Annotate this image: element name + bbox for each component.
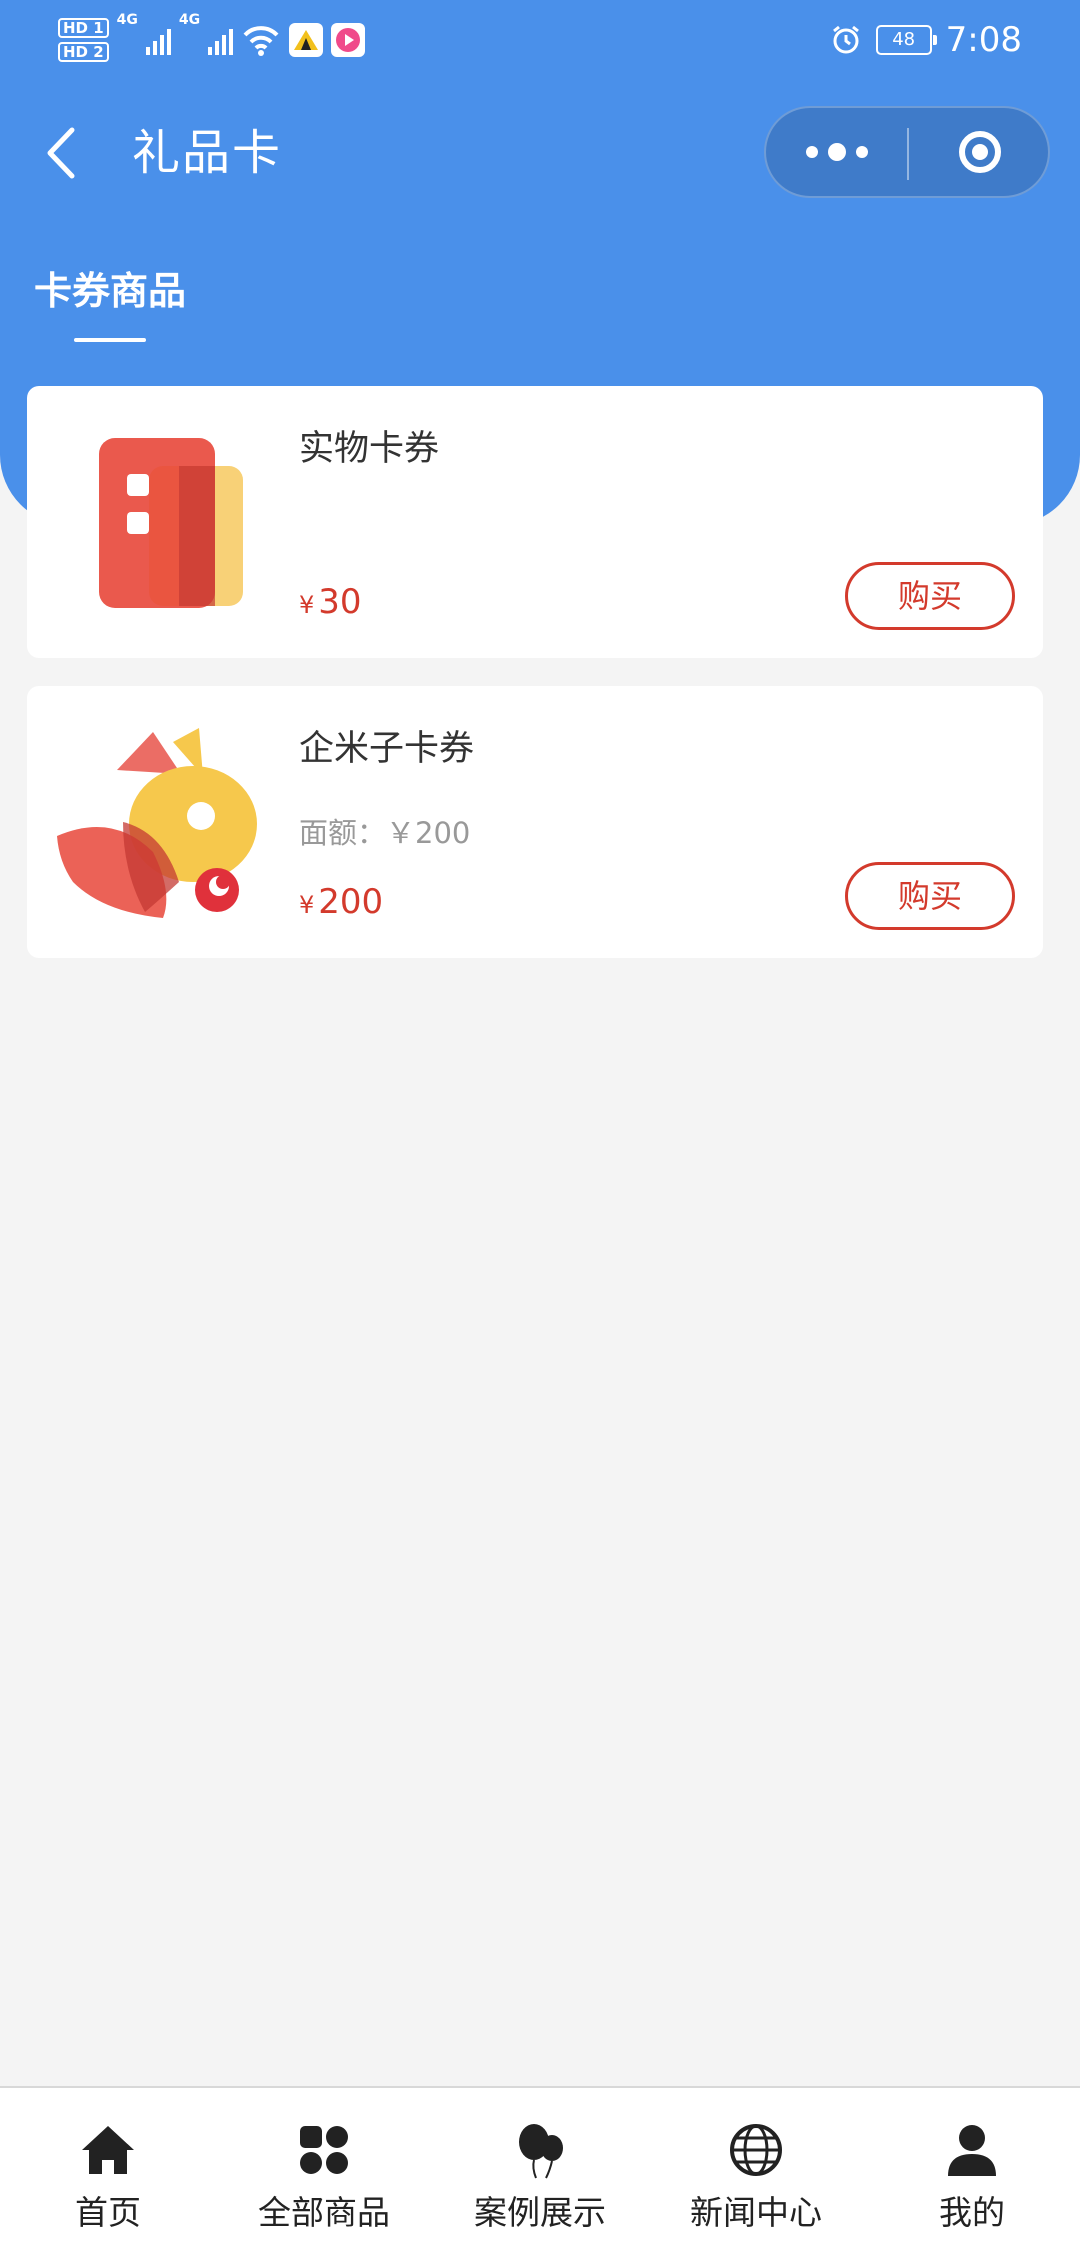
hd2-badge: HD 2	[58, 42, 109, 62]
hd1-badge: HD 1	[58, 18, 109, 38]
physical-card-icon	[99, 438, 243, 608]
status-left: HD 1 HD 2 4G 4G	[58, 12, 366, 68]
network-label-1: 4G	[116, 12, 138, 28]
tabbar-item-news[interactable]: 新闻中心	[648, 2088, 864, 2244]
product-price: ¥30	[299, 582, 362, 622]
currency-symbol: ¥	[299, 891, 315, 919]
tab-card-products[interactable]: 卡券商品	[34, 260, 186, 315]
miniprogram-capsule	[764, 106, 1050, 198]
tab-active-indicator	[74, 338, 146, 342]
signal-icon-2	[208, 25, 234, 55]
home-icon	[82, 2126, 134, 2174]
wifi-icon	[243, 26, 279, 56]
app-notification-icon	[289, 23, 324, 57]
target-close-icon	[958, 131, 1001, 173]
user-icon	[948, 2125, 996, 2176]
tabbar-label: 我的	[939, 2193, 1005, 2232]
back-button[interactable]	[38, 118, 88, 188]
status-right: 48 7:08	[830, 16, 1022, 64]
chevron-left-icon	[47, 127, 75, 179]
page-title: 礼品卡	[132, 125, 283, 181]
tabbar-label: 首页	[75, 2193, 141, 2232]
battery-icon: 48	[875, 25, 937, 55]
product-title: 实物卡券	[299, 429, 440, 469]
status-bar: HD 1 HD 2 4G 4G 48 7:08	[0, 0, 1080, 80]
price-value: 200	[318, 882, 384, 922]
tabbar-label: 案例展示	[474, 2193, 606, 2232]
bottom-tab-bar: 首页 全部商品 案例展示 新闻中心 我的	[0, 2086, 1080, 2244]
tabbar-item-cases[interactable]: 案例展示	[432, 2088, 648, 2244]
tabbar-label: 新闻中心	[690, 2193, 822, 2232]
product-card[interactable]: 企米子卡券 面额：￥200 ¥200 购买	[27, 686, 1043, 958]
network-label-2: 4G	[178, 12, 201, 28]
tabbar-item-home[interactable]: 首页	[0, 2088, 216, 2244]
clock-time: 7:08	[945, 20, 1022, 60]
currency-symbol: ¥	[299, 591, 315, 619]
fox-mascot-icon	[57, 728, 257, 918]
price-value: 30	[318, 582, 362, 622]
product-face-value: 面额：￥200	[299, 816, 471, 850]
balloons-icon	[519, 2124, 563, 2179]
buy-button[interactable]: 购买	[845, 862, 1015, 930]
product-price: ¥200	[299, 882, 383, 922]
signal-icon	[145, 25, 171, 55]
tabbar-label: 全部商品	[258, 2193, 390, 2232]
product-title: 企米子卡券	[299, 729, 475, 769]
close-miniprogram-button[interactable]	[909, 108, 1050, 196]
tabbar-item-mine[interactable]: 我的	[864, 2088, 1080, 2244]
hd-indicator: HD 1 HD 2	[58, 18, 109, 62]
alarm-icon	[832, 25, 859, 54]
more-dots-icon	[805, 143, 868, 161]
tabbar-item-all-products[interactable]: 全部商品	[216, 2088, 432, 2244]
globe-icon	[730, 2124, 782, 2176]
more-button[interactable]	[766, 108, 907, 196]
video-app-icon	[331, 23, 366, 57]
grid-icon	[300, 2126, 348, 2174]
buy-button[interactable]: 购买	[845, 562, 1015, 630]
product-card[interactable]: 实物卡券 ¥30 购买	[27, 386, 1043, 658]
